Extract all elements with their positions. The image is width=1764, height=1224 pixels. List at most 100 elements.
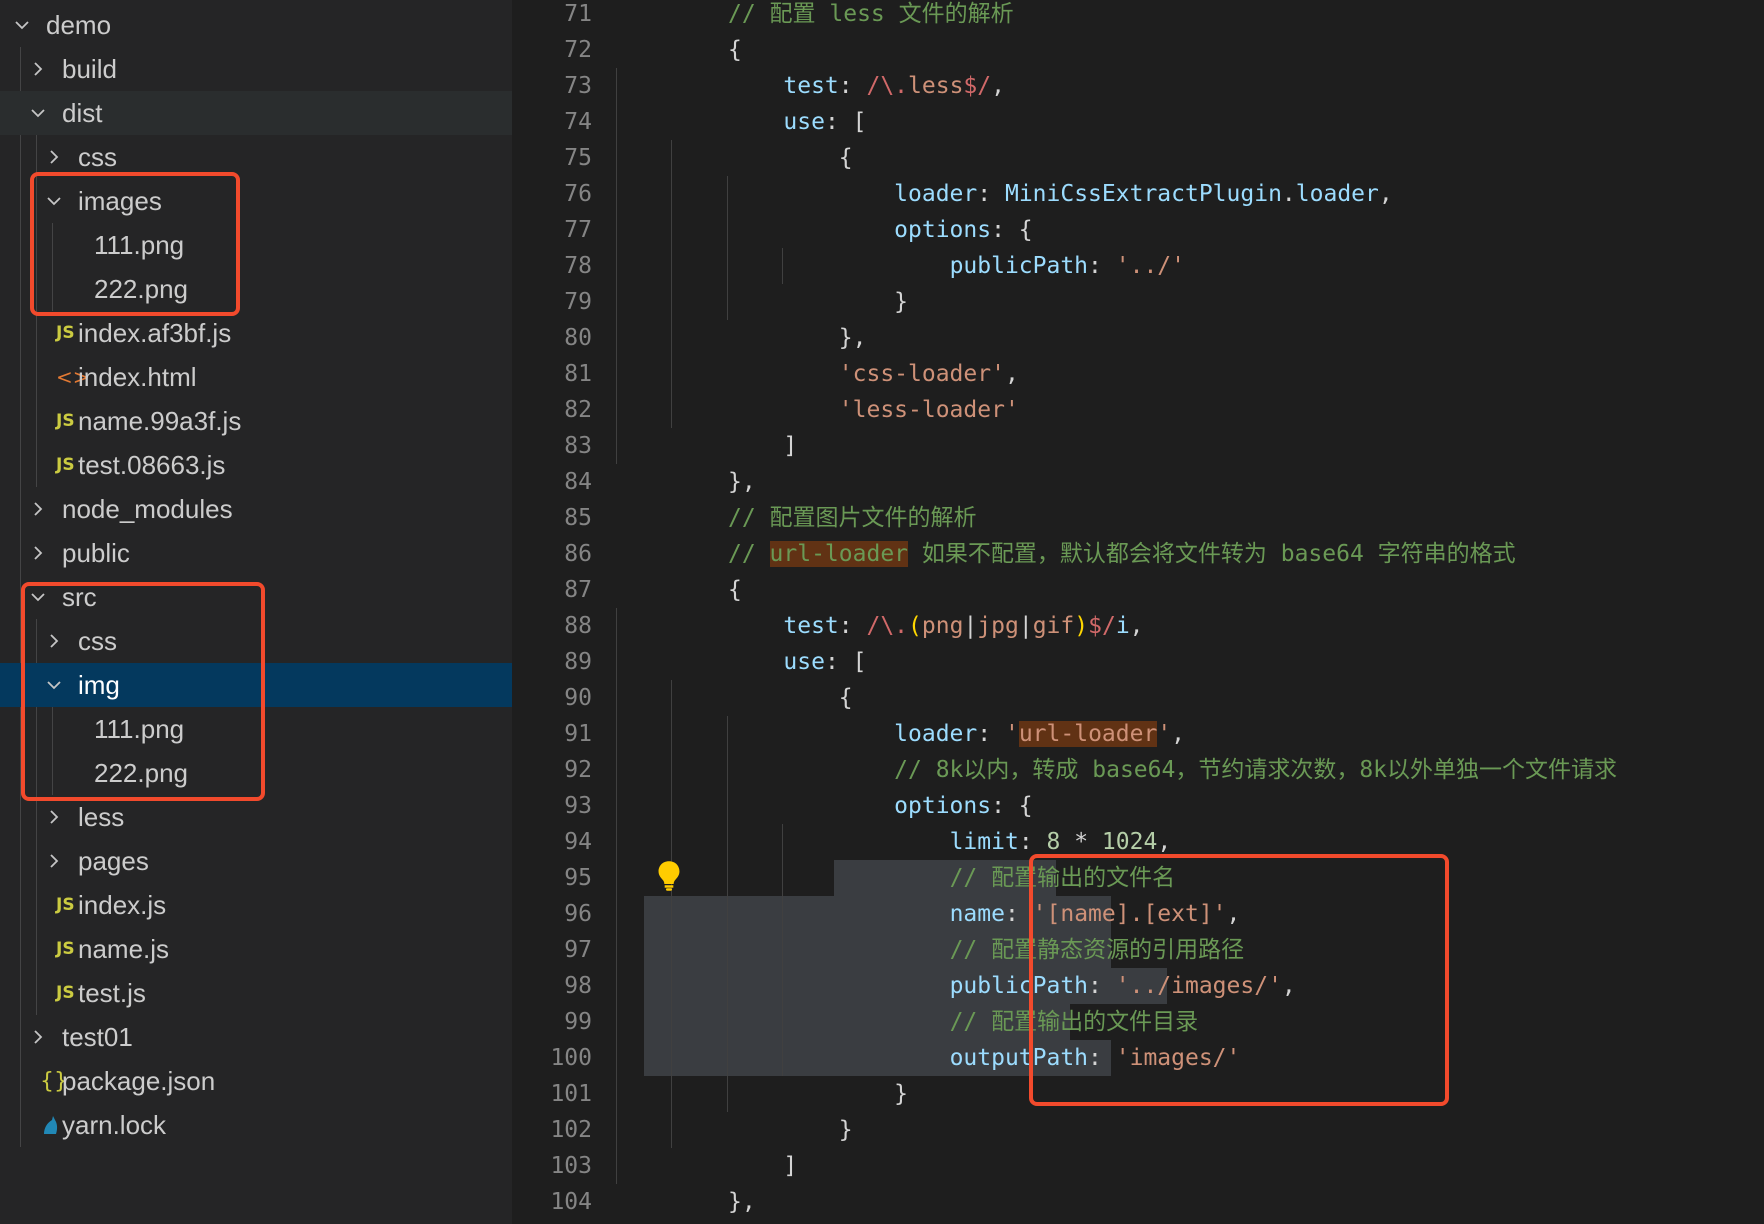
file-test-js[interactable]: JS test.js (0, 971, 512, 1015)
code-line[interactable]: 89 use: [ (512, 644, 1764, 680)
code-line[interactable]: 72 { (512, 32, 1764, 68)
chevron-right-icon[interactable] (28, 47, 48, 91)
line-number: 100 (550, 1045, 592, 1071)
folder-build[interactable]: build (0, 47, 512, 91)
lightbulb-icon[interactable] (656, 860, 682, 892)
folder-public[interactable]: public (0, 531, 512, 575)
folder-less[interactable]: less (0, 795, 512, 839)
code-line[interactable]: 88 test: /\.(png|jpg|gif)$/i, (512, 608, 1764, 644)
folder-pages[interactable]: pages (0, 839, 512, 883)
code-line[interactable]: 92 // 8k以内，转成 base64，节约请求次数，8k以外单独一个文件请求 (512, 752, 1764, 788)
code-line[interactable]: 80 }, (512, 320, 1764, 356)
code-token: $/ (963, 73, 992, 99)
code-token: { (728, 685, 853, 711)
tree-item-label: demo (46, 10, 112, 40)
line-number: 77 (564, 217, 592, 243)
chevron-right-icon[interactable] (28, 531, 48, 575)
line-number: 85 (564, 505, 592, 531)
folder-node-modules[interactable]: node_modules (0, 487, 512, 531)
code-line[interactable]: 91 loader: 'url-loader', (512, 716, 1764, 752)
code-text: { (728, 680, 853, 716)
code-line[interactable]: 83 ] (512, 428, 1764, 464)
code-text: }, (728, 464, 756, 500)
chevron-down-icon[interactable] (12, 3, 32, 47)
code-line[interactable]: 76 loader: MiniCssExtractPlugin.loader, (512, 176, 1764, 212)
file-index-html[interactable]: <> index.html (0, 355, 512, 399)
code-token: jpg (977, 613, 1019, 639)
file-test-08663-js[interactable]: JS test.08663.js (0, 443, 512, 487)
code-token: : (838, 613, 867, 639)
code-text: { (728, 32, 742, 68)
code-text: use: [ (728, 644, 866, 680)
chevron-right-icon[interactable] (28, 1015, 48, 1059)
code-line[interactable]: 77 options: { (512, 212, 1764, 248)
line-number: 84 (564, 469, 592, 495)
code-line[interactable]: 86 // url-loader 如果不配置，默认都会将文件转为 base64 字… (512, 536, 1764, 572)
code-line[interactable]: 87 { (512, 572, 1764, 608)
code-line[interactable]: 71 // 配置 less 文件的解析 (512, 0, 1764, 32)
js-file-icon: JS (56, 895, 75, 915)
code-token: test (783, 613, 839, 639)
chevron-down-icon[interactable] (28, 91, 48, 135)
tree-item-label: index.html (78, 362, 197, 392)
code-token: , (991, 73, 1005, 99)
code-text: publicPath: '../' (728, 248, 1185, 284)
folder-test01[interactable]: test01 (0, 1015, 512, 1059)
code-text: }, (728, 320, 867, 356)
code-line[interactable]: 104}, (512, 1184, 1764, 1220)
file-name-99a3f-js[interactable]: JS name.99a3f.js (0, 399, 512, 443)
code-line[interactable]: 74 use: [ (512, 104, 1764, 140)
code-line[interactable]: 85 // 配置图片文件的解析 (512, 500, 1764, 536)
code-token: test (783, 73, 839, 99)
code-line[interactable]: 78 publicPath: '../' (512, 248, 1764, 284)
code-token: , (1004, 361, 1019, 387)
file-index-js[interactable]: JS index.js (0, 883, 512, 927)
js-file-icon: JS (56, 939, 75, 959)
code-line[interactable]: 79 } (512, 284, 1764, 320)
chevron-right-icon[interactable] (44, 795, 64, 839)
file-yarn-lock[interactable]: yarn.lock (0, 1103, 512, 1147)
code-token: // 配置图片文件的解析 (728, 505, 977, 531)
code-text: } (728, 1112, 853, 1148)
code-line[interactable]: 81 'css-loader', (512, 356, 1764, 392)
code-line[interactable]: 93 options: { (512, 788, 1764, 824)
chevron-right-icon[interactable] (28, 487, 48, 531)
code-token: url-loader (1018, 721, 1158, 747)
code-line[interactable]: 73 test: /\.less$/, (512, 68, 1764, 104)
code-line[interactable]: 84}, (512, 464, 1764, 500)
code-line[interactable]: 90 { (512, 680, 1764, 716)
file-name-js[interactable]: JS name.js (0, 927, 512, 971)
code-line[interactable]: 75 { (512, 140, 1764, 176)
code-token: less (908, 73, 964, 99)
line-number: 96 (564, 901, 592, 927)
tree-item-label: test.08663.js (78, 450, 226, 480)
code-token: : [ (824, 649, 867, 675)
yarn-file-icon (40, 1103, 64, 1147)
file-package-json[interactable]: {} package.json (0, 1059, 512, 1103)
chevron-right-icon[interactable] (44, 839, 64, 883)
tree-item-label: build (62, 54, 117, 84)
code-token: /\. (866, 73, 909, 99)
code-token: } (728, 1117, 853, 1143)
tree-item-label: pages (78, 846, 149, 876)
code-line[interactable]: 82 'less-loader' (512, 392, 1764, 428)
line-number: 89 (564, 649, 592, 675)
code-line[interactable]: 103 ] (512, 1148, 1764, 1184)
code-token: loader (894, 721, 978, 747)
folder-demo[interactable]: demo (0, 3, 512, 47)
code-token: , (1171, 721, 1186, 747)
folder-dist[interactable]: dist (0, 91, 512, 135)
file-index-af3bf-js[interactable]: JS index.af3bf.js (0, 311, 512, 355)
tree-item-label: name.js (78, 934, 170, 964)
code-token: use (783, 109, 825, 135)
code-line[interactable]: 102 } (512, 1112, 1764, 1148)
annotation-box-dist-images (30, 172, 240, 316)
code-token: { (728, 145, 853, 171)
line-number: 76 (564, 181, 592, 207)
code-token: : (838, 73, 867, 99)
